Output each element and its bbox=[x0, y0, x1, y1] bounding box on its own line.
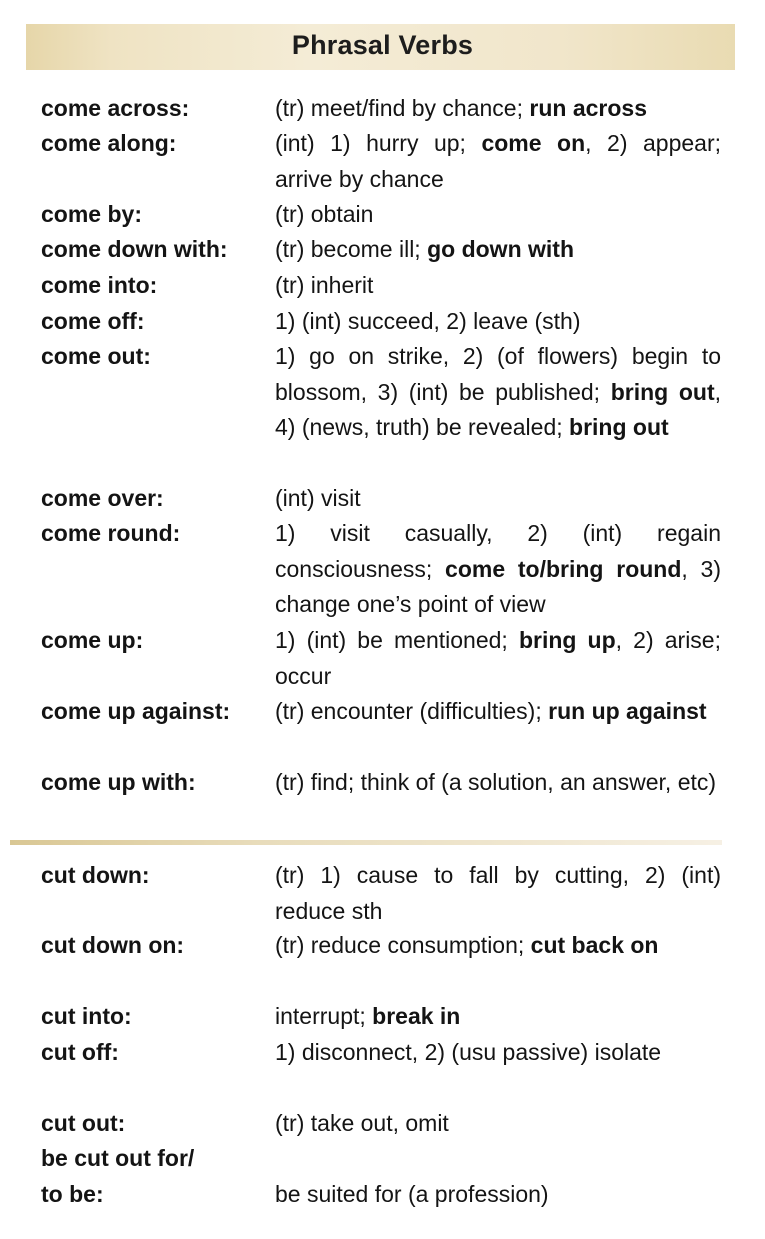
entry-term: come up against: bbox=[41, 698, 231, 724]
definition-crossref: run up against bbox=[548, 698, 707, 724]
definition-text: 1) (int) succeed, 2) leave (sth) bbox=[275, 308, 581, 334]
entry-definition: 1) disconnect, 2) (usu passive) isolate bbox=[275, 1035, 721, 1071]
entry-definition: (tr) find; think of (a solution, an answ… bbox=[275, 765, 721, 801]
entry-definition: (tr) reduce consumption; cut back on bbox=[275, 928, 721, 964]
definition-crossref: break in bbox=[372, 1003, 461, 1029]
definition-text: (int) visit bbox=[275, 485, 361, 511]
entry-term: come over: bbox=[41, 485, 164, 511]
definition-crossref: cut back on bbox=[530, 932, 659, 958]
entry-term: cut down: bbox=[41, 862, 150, 888]
section-divider bbox=[10, 840, 722, 845]
entry-term: come across: bbox=[41, 95, 190, 121]
entry-definition: (tr) inherit bbox=[275, 268, 721, 304]
entry-term: come into: bbox=[41, 272, 158, 298]
entry-definition: 1) visit casually, 2) (int) regain consc… bbox=[275, 516, 721, 623]
entry-definition: be suited for (a profession) bbox=[275, 1177, 721, 1213]
definition-text: (tr) inherit bbox=[275, 272, 374, 298]
definition-text: (tr) obtain bbox=[275, 201, 374, 227]
entry-definition: 1) go on strike, 2) (of flowers) begin t… bbox=[275, 339, 721, 446]
entry-definition: (tr) 1) cause to fall by cutting, 2) (in… bbox=[275, 858, 721, 929]
entry-definition: (int) 1) hurry up; come on, 2) appear; a… bbox=[275, 126, 721, 197]
definition-text: (tr) encounter (difficulties); bbox=[275, 698, 549, 724]
entry-term: come round: bbox=[41, 520, 181, 546]
entry-term: come off: bbox=[41, 308, 145, 334]
definition-text: (tr) 1) cause to fall by cutting, 2) (in… bbox=[275, 862, 721, 924]
entry-definition: 1) (int) be mentioned; bring up, 2) aris… bbox=[275, 623, 721, 694]
entry-term: cut into: bbox=[41, 1003, 132, 1029]
definition-text: 1) disconnect, 2) (usu passive) isolate bbox=[275, 1039, 662, 1065]
entry-term: be cut out for/ to be: bbox=[41, 1145, 195, 1207]
entry-definition: (tr) obtain bbox=[275, 197, 721, 233]
definition-crossref: bring out bbox=[610, 378, 715, 405]
definition-text: (tr) reduce consumption; bbox=[275, 932, 531, 958]
entry-definition: interrupt; break in bbox=[275, 999, 721, 1035]
definition-text: (tr) take out, omit bbox=[275, 1110, 449, 1136]
definition-crossref: come on bbox=[481, 130, 586, 156]
entry-term: come along: bbox=[41, 130, 177, 156]
definition-text: be suited for (a profession) bbox=[275, 1180, 549, 1207]
entry-term: cut out: bbox=[41, 1110, 126, 1136]
entry-definition: (tr) become ill; go down with bbox=[275, 232, 721, 268]
entry-term: cut down on: bbox=[41, 932, 185, 958]
definition-text: interrupt; bbox=[275, 1003, 373, 1029]
definition-crossref: come to/bring round bbox=[445, 555, 682, 582]
definition-text: (tr) meet/find by chance; bbox=[275, 95, 530, 121]
entry-term: come out: bbox=[41, 343, 151, 369]
definition-crossref: go down with bbox=[427, 236, 574, 262]
page-title: Phrasal Verbs bbox=[291, 30, 474, 60]
entry-definition: (tr) take out, omit bbox=[275, 1106, 721, 1142]
definition-text: 1) (int) be mentioned; bbox=[275, 627, 519, 653]
definition-crossref: bring out bbox=[569, 414, 669, 440]
definition-text: (tr) find; think of (a solution, an answ… bbox=[275, 769, 717, 795]
definition-crossref: bring up bbox=[518, 627, 616, 653]
entry-definition: (tr) meet/find by chance; run across bbox=[275, 91, 721, 127]
definition-crossref: run across bbox=[529, 95, 647, 121]
definition-text: (int) 1) hurry up; bbox=[275, 130, 482, 156]
entry-definition: (tr) encounter (difficulties); run up ag… bbox=[275, 694, 721, 730]
entry-term: come up: bbox=[41, 627, 144, 653]
definition-text: (tr) become ill; bbox=[275, 236, 428, 262]
entry-term: cut off: bbox=[41, 1039, 119, 1065]
entry-term: come down with: bbox=[41, 236, 228, 262]
entry-definition: 1) (int) succeed, 2) leave (sth) bbox=[275, 304, 721, 340]
entry-definition: (int) visit bbox=[275, 481, 721, 517]
entry-term: come up with: bbox=[41, 769, 196, 795]
entry-term: come by: bbox=[41, 201, 142, 227]
